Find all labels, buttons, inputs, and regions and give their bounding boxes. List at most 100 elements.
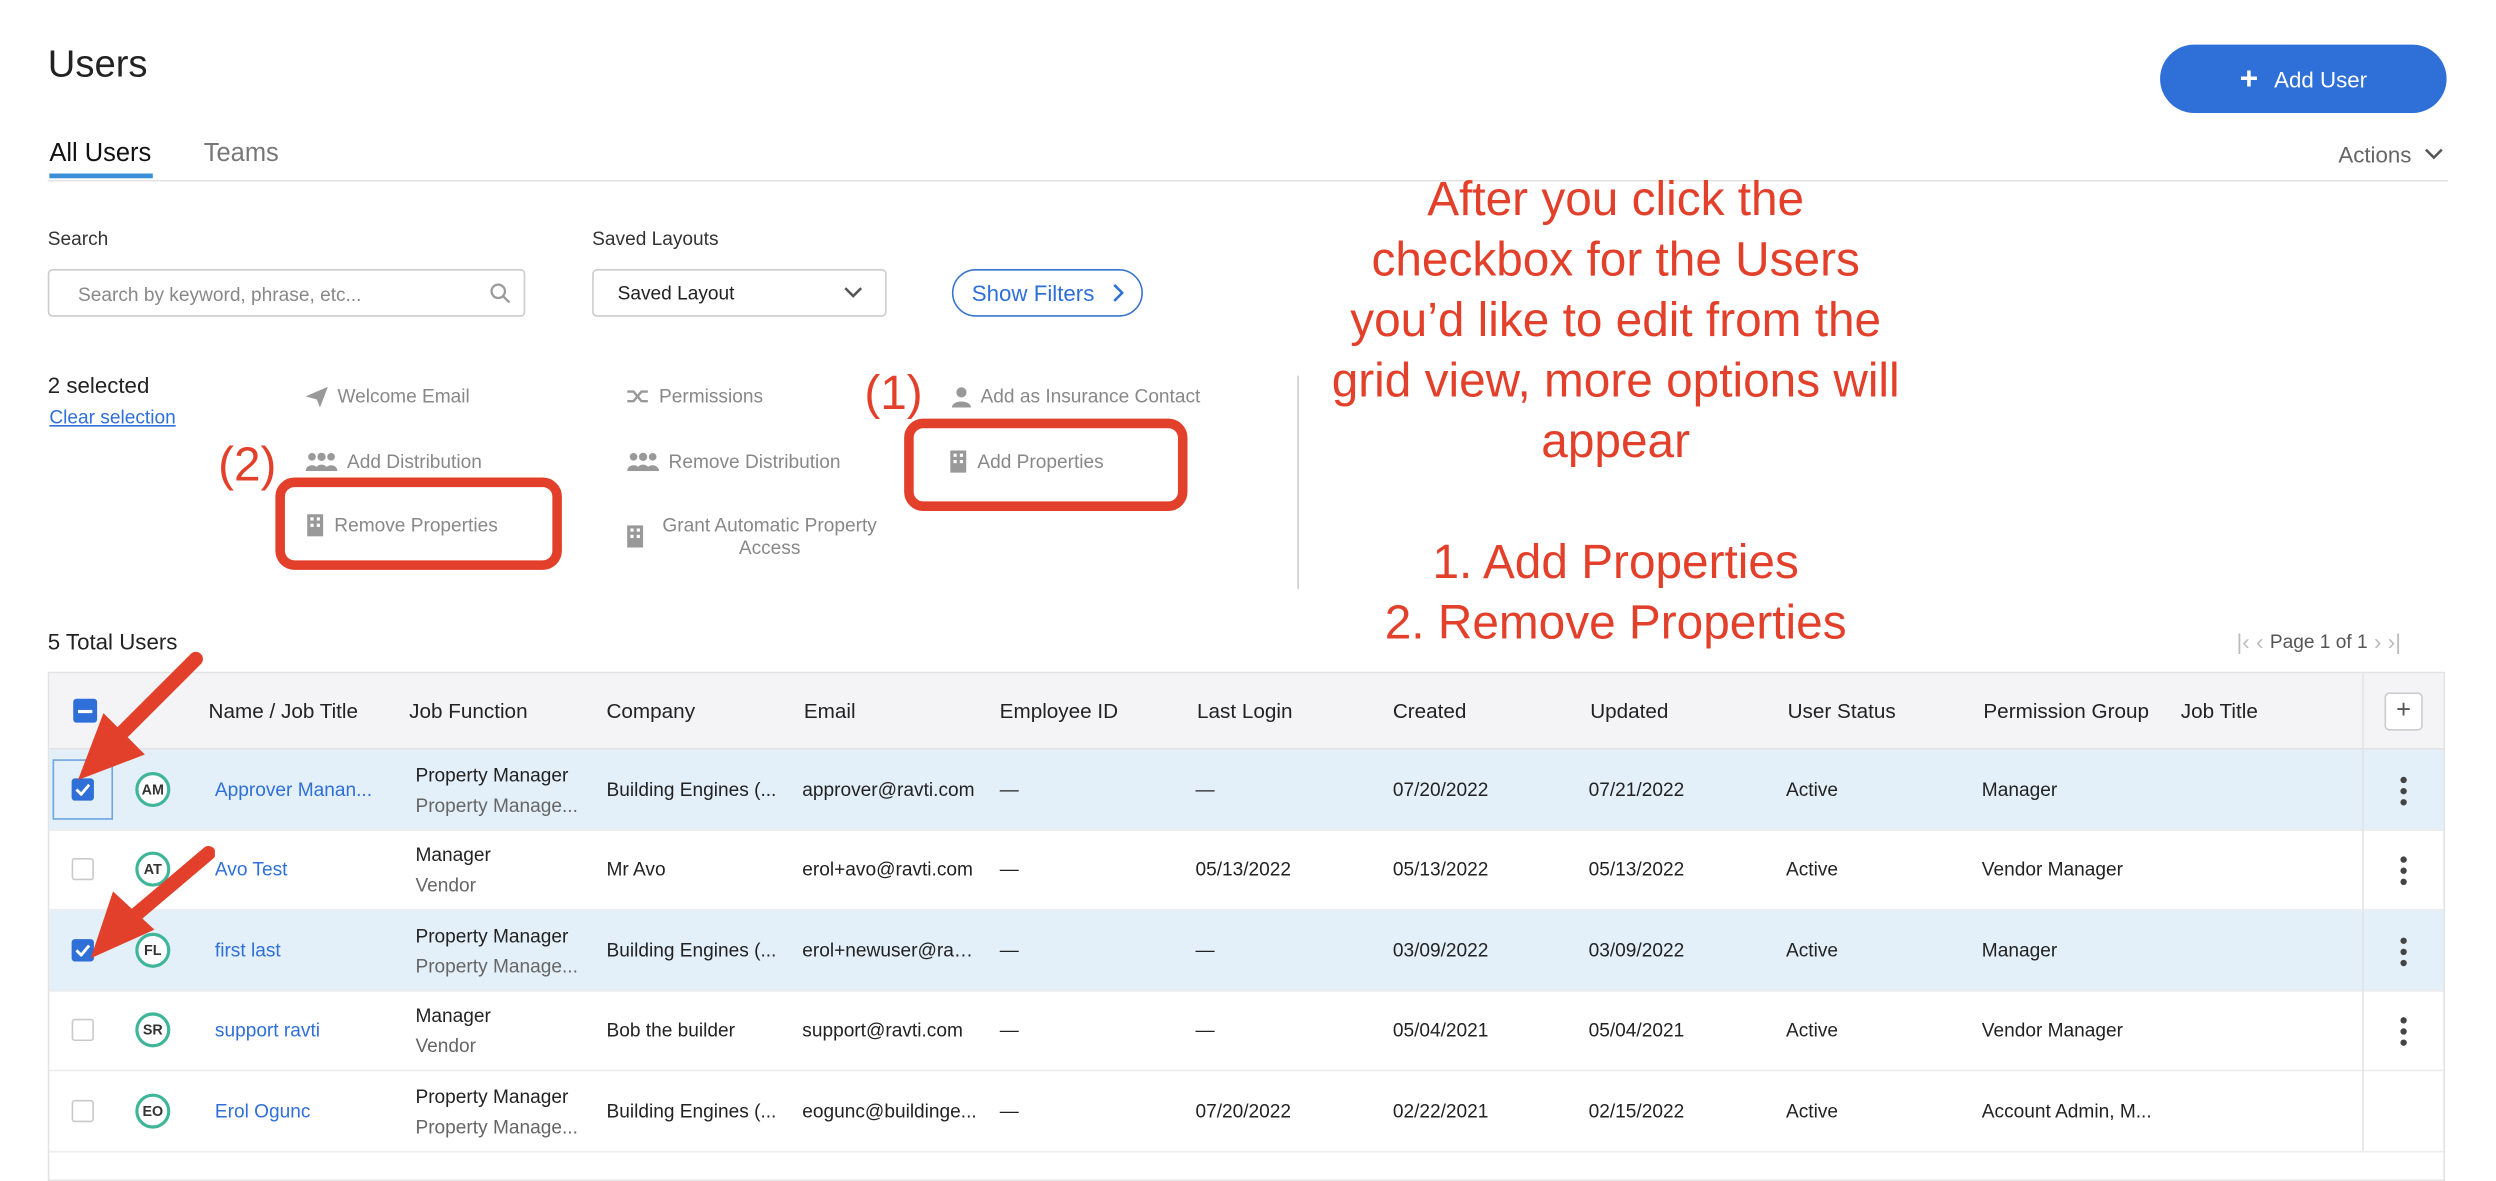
welcome-email-action[interactable]: Welcome Email [305,385,470,408]
col-header-company[interactable]: Company [606,699,695,723]
row-menu-icon[interactable] [2400,1017,2407,1047]
user-name-link[interactable]: support ravti [215,1019,398,1041]
row-checkbox[interactable] [71,1099,94,1122]
email: eogunc@buildinge... [802,1099,977,1122]
company: Mr Avo [606,858,666,881]
last-login: — [1195,938,1215,962]
annotation-box-add-properties [904,418,1188,511]
add-user-button[interactable]: + Add User [2160,44,2447,114]
job-function-sub: Vendor [415,874,477,897]
job-function: Property Manager [415,924,569,947]
show-filters-button[interactable]: Show Filters [951,269,1143,317]
tab-teams[interactable]: Teams [204,140,279,169]
employee-id: — [999,1099,1019,1122]
next-page-icon[interactable]: › [2374,629,2381,654]
tab-all-users[interactable]: All Users [49,140,151,169]
add-column-button[interactable]: + [2384,692,2423,731]
add-insurance-contact-action[interactable]: Add as Insurance Contact [951,385,1201,408]
created-date: 02/22/2021 [1392,1099,1489,1122]
col-header-email[interactable]: Email [804,699,856,723]
job-function-sub: Vendor [415,1034,477,1058]
job-function: Property Manager [415,764,569,787]
last-login: — [1195,1019,1215,1042]
email: support@ravti.com [802,1019,963,1042]
company: Building Engines (... [606,778,777,801]
job-function-sub: Property Manage... [415,1115,578,1138]
row-checkbox[interactable] [71,1019,94,1042]
chevron-down-icon [844,287,863,298]
row-menu-icon[interactable] [2400,857,2407,886]
user-name-link[interactable]: Approver Manan... [215,778,398,800]
last-page-icon[interactable]: ›| [2388,629,2401,654]
grant-auto-access-action[interactable]: Grant Automatic Property Access [626,514,885,559]
annotation-text: After you click the checkbox for the Use… [1331,173,1900,650]
clear-selection-link[interactable]: Clear selection [49,406,175,428]
shuffle-icon [627,390,648,403]
job-function: Manager [415,1004,491,1028]
paper-plane-icon [305,386,328,407]
saved-layout-value: Saved Layout [617,281,735,305]
chevron-right-icon [1112,284,1124,302]
employee-id: — [999,1019,1019,1042]
col-header-created[interactable]: Created [1393,699,1467,723]
person-icon [951,386,971,407]
page-indicator: Page 1 of 1 [2269,630,2368,653]
saved-layout-select[interactable]: Saved Layout [592,269,887,317]
annotation-arrows [77,651,215,959]
group-icon [305,452,338,472]
annotation-box-remove-properties [275,477,562,570]
add-insurance-contact-label: Add as Insurance Contact [980,385,1201,408]
job-function-sub: Property Manage... [415,954,578,978]
permissions-action[interactable]: Permissions [627,385,764,408]
permission-group: Account Admin, M... [1981,1099,2152,1122]
last-login: 05/13/2022 [1195,858,1292,881]
user-status: Active [1785,858,1839,881]
col-header-updated[interactable]: Updated [1590,699,1668,723]
col-header-name[interactable]: Name / Job Title [209,699,359,723]
search-input[interactable] [74,270,480,319]
last-login: — [1195,778,1215,801]
chevron-down-icon [2424,148,2443,160]
actions-column-divider [2362,673,2364,1151]
tabs-divider [47,179,2449,182]
updated-date: 07/21/2022 [1588,778,1685,801]
col-header-user-status[interactable]: User Status [1788,699,1896,723]
user-status: Active [1785,778,1839,801]
employee-id: — [999,858,1019,881]
email: erol+avo@ravti.com [802,858,973,881]
group-icon [627,452,660,472]
user-name-link[interactable]: Erol Ogunc [215,1099,398,1121]
user-status: Active [1785,1019,1839,1042]
add-distribution-action[interactable]: Add Distribution [305,450,482,473]
col-header-permission-group[interactable]: Permission Group [1983,699,2149,723]
col-header-employee-id[interactable]: Employee ID [1000,699,1118,723]
avatar: EO [135,1092,171,1128]
row-menu-icon[interactable] [2400,776,2407,806]
col-header-last-login[interactable]: Last Login [1197,699,1293,723]
created-date: 05/04/2021 [1392,1019,1489,1042]
search-field[interactable] [47,269,526,319]
row-menu-icon[interactable] [2400,937,2407,966]
updated-date: 03/09/2022 [1588,938,1685,962]
add-user-label: Add User [2274,66,2368,92]
saved-layouts-label: Saved Layouts [592,227,719,250]
first-page-icon[interactable]: |‹ [2236,629,2249,654]
grant-auto-access-label: Grant Automatic Property Access [662,514,877,559]
search-icon[interactable] [489,282,511,304]
section-divider [1297,375,1299,589]
user-name-link[interactable]: Avo Test [215,859,398,881]
remove-distribution-label: Remove Distribution [668,450,841,473]
search-label: Search [47,227,109,250]
updated-date: 05/13/2022 [1588,858,1685,881]
actions-menu[interactable]: Actions [2338,142,2443,167]
permissions-label: Permissions [659,385,764,408]
welcome-email-label: Welcome Email [337,385,470,408]
annotation-marker-1: (1) [864,367,923,421]
remove-distribution-action[interactable]: Remove Distribution [627,450,841,473]
user-name-link[interactable]: first last [215,939,398,961]
updated-date: 05/04/2021 [1588,1019,1685,1042]
col-header-job-function[interactable]: Job Function [409,699,527,723]
prev-page-icon[interactable]: ‹ [2256,629,2263,654]
company: Bob the builder [606,1019,735,1042]
col-header-job-title[interactable]: Job Title [2181,699,2258,723]
